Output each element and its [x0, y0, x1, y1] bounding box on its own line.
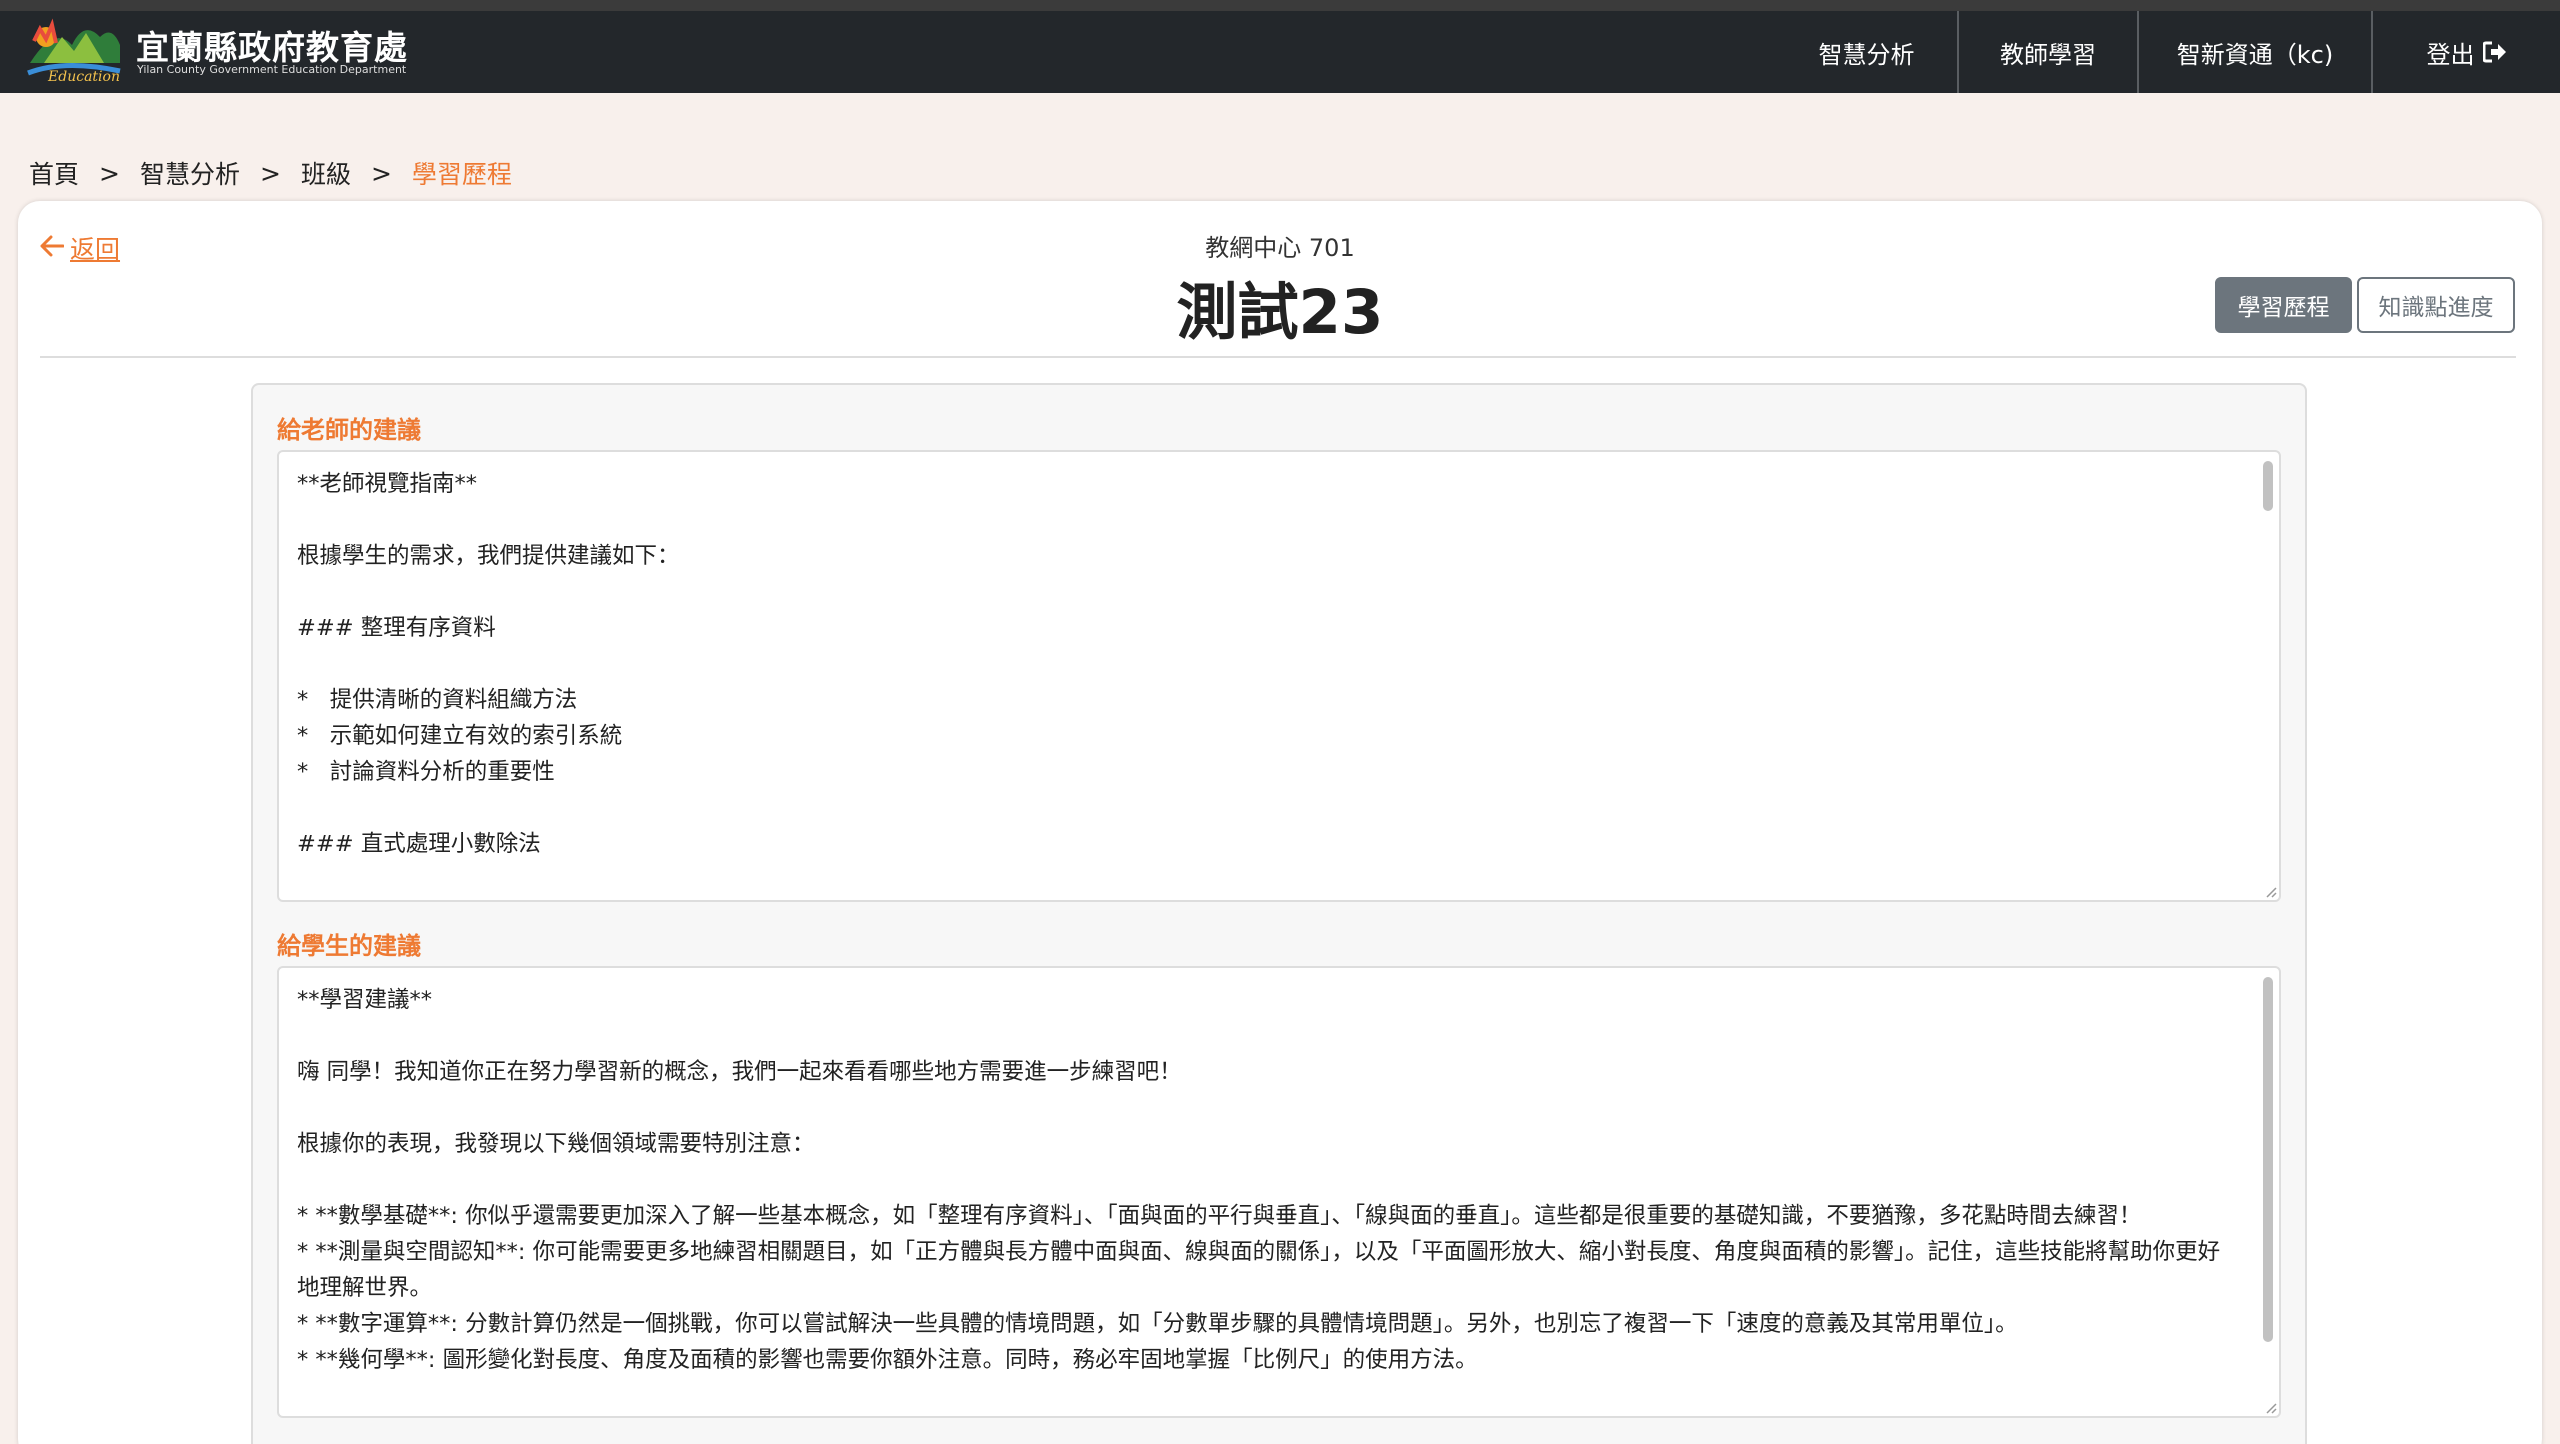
window-top-strip — [0, 0, 2560, 11]
breadcrumb-home[interactable]: 首頁 — [29, 155, 79, 191]
tab-knowledge-progress[interactable]: 知識點進度 — [2357, 277, 2515, 333]
student-advice-label: 給學生的建議 — [277, 932, 421, 960]
breadcrumb: 首頁 > 智慧分析 > 班級 > 學習歷程 — [29, 155, 512, 191]
top-navbar: Education 宜蘭縣政府教育處 Yilan County Governme… — [0, 11, 2560, 93]
nav-logout[interactable]: 登出 — [2371, 11, 2560, 93]
scrollbar[interactable] — [2260, 971, 2276, 1413]
main-nav: 智慧分析 教師學習 智新資通（kc) 登出 — [1776, 11, 2560, 93]
breadcrumb-separator: > — [259, 158, 281, 188]
teacher-advice-textarea[interactable]: **老師視覽指南** 根據學生的需求，我們提供建議如下： ### 整理有序資料 … — [277, 450, 2281, 902]
header-divider — [40, 356, 2516, 358]
logo-text: Education — [47, 69, 120, 83]
nav-label: 智慧分析 — [1818, 40, 1915, 69]
class-subtitle: 教網中心 701 — [1205, 234, 1355, 262]
brand-subtitle: Yilan County Government Education Depart… — [137, 63, 407, 76]
tab-learning-history[interactable]: 學習歷程 — [2215, 277, 2352, 333]
sign-out-icon — [2482, 41, 2507, 63]
scrollbar-thumb[interactable] — [2263, 461, 2273, 511]
yilan-education-logo[interactable]: Education — [24, 15, 124, 83]
breadcrumb-smart-analysis[interactable]: 智慧分析 — [140, 155, 240, 191]
page-title: 測試23 — [1176, 277, 1384, 348]
breadcrumb-current: 學習歷程 — [411, 160, 512, 189]
breadcrumb-separator: > — [99, 158, 120, 188]
nav-kc[interactable]: 智新資通（kc) — [2137, 11, 2371, 93]
nav-smart-analysis[interactable]: 智慧分析 — [1776, 11, 1957, 93]
view-toggle: 學習歷程 知識點進度 — [2215, 277, 2515, 333]
nav-label: 登出 — [2426, 40, 2475, 69]
student-advice-text: **學習建議** 嗨 同學！我知道你正在努力學習新的概念，我們一起來看看哪些地方… — [297, 987, 2221, 1373]
resize-grip-icon[interactable] — [2263, 884, 2277, 898]
breadcrumb-class[interactable]: 班級 — [301, 155, 351, 191]
nav-label: 教師學習 — [2000, 40, 2096, 69]
teacher-advice-text: **老師視覽指南** 根據學生的需求，我們提供建議如下： ### 整理有序資料 … — [297, 471, 680, 857]
resize-grip-icon[interactable] — [2263, 1400, 2277, 1414]
nav-teacher-learning[interactable]: 教師學習 — [1957, 11, 2137, 93]
scrollbar-thumb[interactable] — [2263, 977, 2273, 1342]
nav-label: 智新資通（kc) — [2176, 40, 2334, 69]
teacher-advice-label: 給老師的建議 — [277, 416, 421, 444]
scrollbar[interactable] — [2260, 455, 2276, 897]
student-advice-textarea[interactable]: **學習建議** 嗨 同學！我知道你正在努力學習新的概念，我們一起來看看哪些地方… — [277, 966, 2281, 1418]
breadcrumb-separator: > — [370, 158, 392, 188]
brand-name: 宜蘭縣政府教育處 — [136, 28, 408, 67]
